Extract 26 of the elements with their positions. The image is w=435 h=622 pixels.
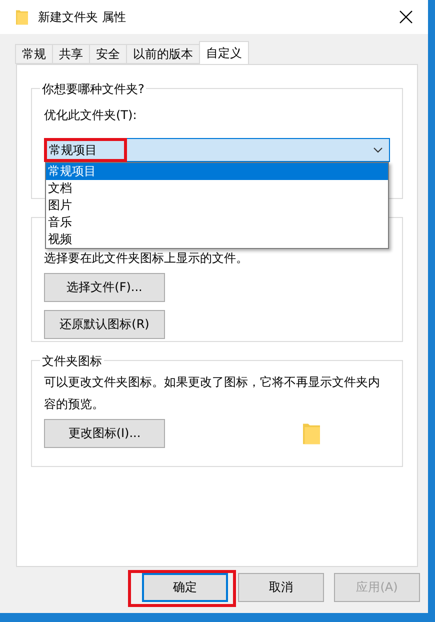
group-title: 文件夹图标 [40,353,104,370]
dropdown-option[interactable]: 图片 [46,197,388,214]
action-button[interactable]: 还原默认图标(R) [44,310,165,339]
tab[interactable]: 安全 [89,44,127,64]
dialog-button[interactable]: 取消 [238,573,324,602]
tab[interactable]: 自定义 [199,41,249,64]
dropdown-option[interactable]: 文档 [46,180,388,197]
dropdown-option[interactable]: 视频 [46,231,388,248]
description-text: 可以更改文件夹图标。如果更改了图标，它将不再显示文件夹内容的预览。 [44,374,381,413]
dropdown-option[interactable]: 音乐 [46,214,388,231]
dialog-button[interactable]: 确定 [142,573,228,602]
folder-icon [16,9,28,25]
tab[interactable]: 以前的版本 [126,44,200,64]
window-title: 新建文件夹 属性 [38,8,127,26]
chevron-down-icon [373,147,383,153]
close-icon [398,9,414,25]
field-label: 优化此文件夹(T): [44,107,138,124]
dropdown-option[interactable]: 常规项目 [46,163,388,180]
tab[interactable]: 常规 [15,44,53,64]
tab[interactable]: 共享 [52,44,90,64]
change-icon-button[interactable]: 更改图标(I)... [44,419,165,448]
folder-icon [303,422,320,445]
action-button[interactable]: 选择文件(F)... [44,273,165,302]
description-text: 选择要在此文件夹图标上显示的文件。 [44,251,249,265]
group-title: 你想要哪种文件夹? [40,81,146,98]
dropdown-value: 常规项目 [49,142,98,158]
